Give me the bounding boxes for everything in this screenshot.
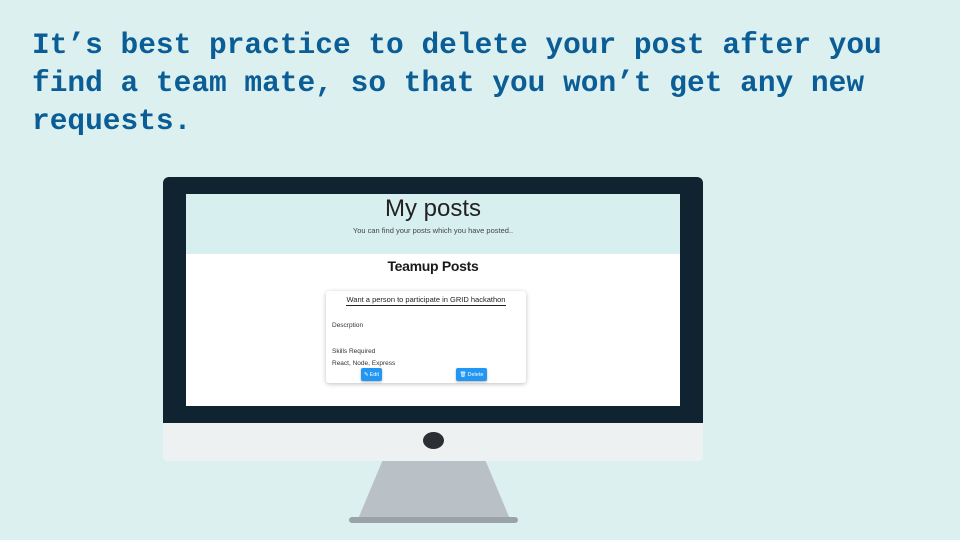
- description-label: Descrption: [332, 322, 364, 329]
- post-title: Want a person to participate in GRID hac…: [346, 295, 506, 306]
- power-button-icon: [423, 432, 444, 449]
- monitor-screen: My posts You can find your posts which y…: [186, 194, 680, 406]
- monitor-stand-base: [349, 517, 518, 523]
- trash-icon: 🗑: [459, 371, 467, 378]
- post-card: Want a person to participate in GRID hac…: [326, 291, 526, 383]
- skills-value: React, Node, Express: [332, 360, 396, 367]
- page-title: My posts: [384, 195, 482, 222]
- page-header: My posts You can find your posts which y…: [186, 194, 680, 254]
- edit-button[interactable]: ✎ Edit: [361, 368, 382, 381]
- edit-icon: ✎: [363, 371, 369, 378]
- edit-button-label: Edit: [369, 371, 380, 378]
- monitor-stand: [358, 461, 510, 519]
- delete-button[interactable]: 🗑 Delete: [456, 368, 487, 381]
- headline-text: It’s best practice to delete your post a…: [32, 28, 882, 138]
- page-subtitle: You can find your posts which you have p…: [352, 226, 514, 235]
- delete-button-label: Delete: [467, 371, 484, 378]
- section-title: Teamup Posts: [387, 258, 479, 274]
- skills-label: Skills Required: [332, 348, 376, 355]
